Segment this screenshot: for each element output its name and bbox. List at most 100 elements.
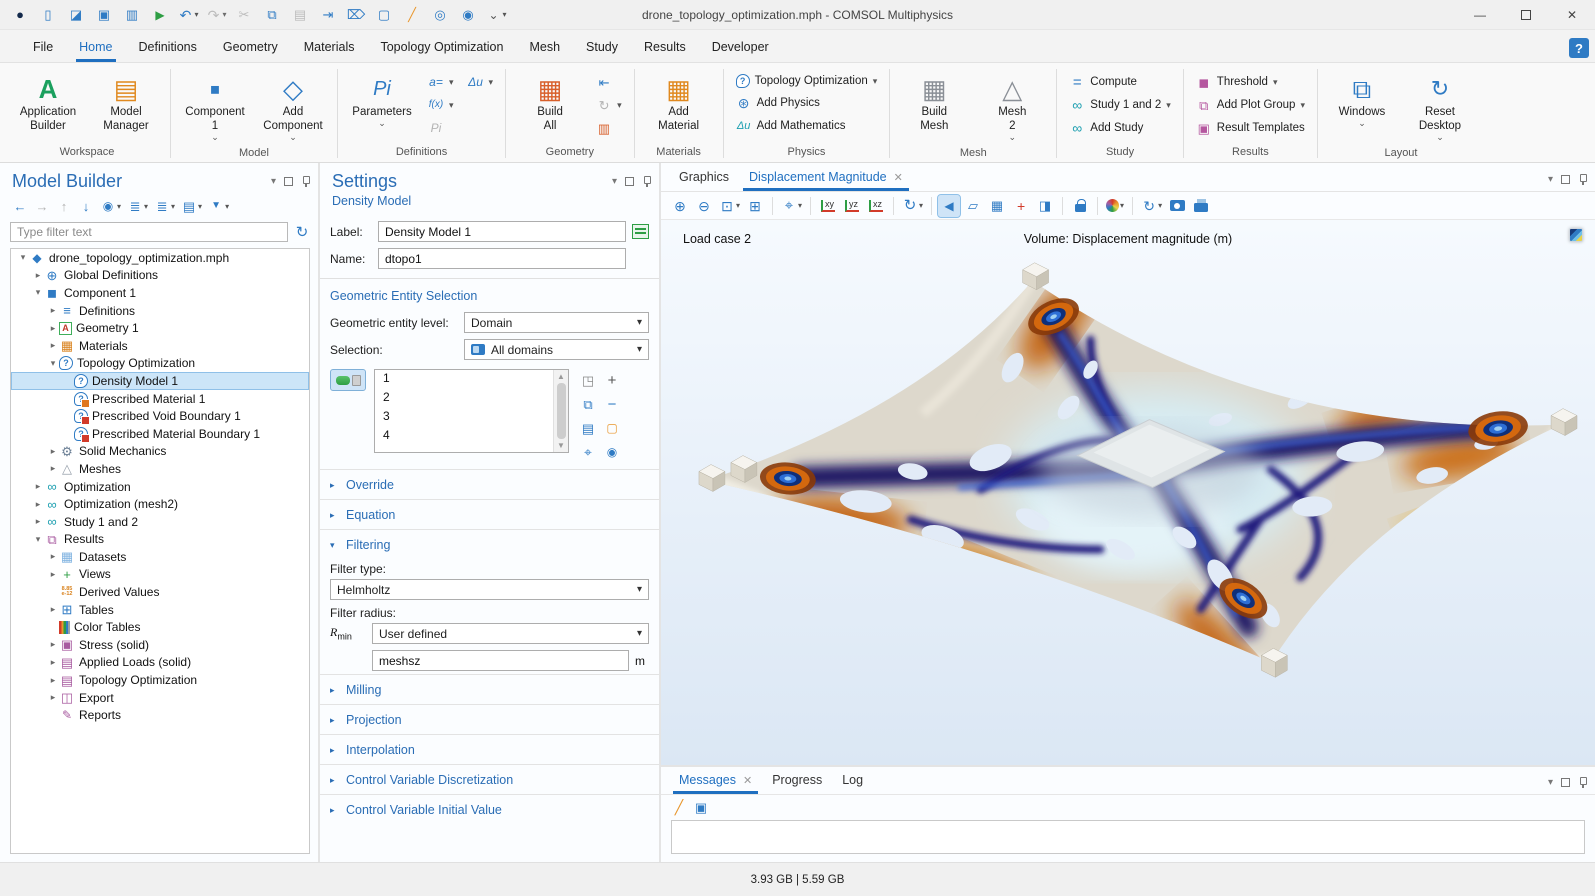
section-override[interactable]: ▸Override [320, 469, 659, 499]
remove-selection-icon[interactable]: − [601, 393, 623, 415]
messages-output[interactable] [671, 820, 1585, 854]
help-button[interactable]: ? [1569, 38, 1589, 58]
close-tab-icon[interactable]: ✕ [894, 171, 903, 184]
default-view-icon[interactable]: ⌖▾ [779, 195, 804, 217]
panel-menu-icon[interactable]: ▾ [1548, 174, 1553, 185]
zoom-selection-icon[interactable]: ⌖ [577, 441, 599, 463]
tree-chevron[interactable]: ▸ [47, 551, 59, 562]
tree-item-export[interactable]: ▸◫Export [11, 689, 309, 707]
refresh-icon[interactable]: ↻ [294, 224, 310, 240]
ribbon-tab-results[interactable]: Results [631, 33, 699, 62]
log-window-icon[interactable]: ▣ [693, 799, 709, 815]
image-effects-icon[interactable]: ▾ [1104, 195, 1126, 217]
selection-scrollbar[interactable]: ▲▼ [553, 370, 568, 452]
move-down-icon[interactable]: ↓ [76, 196, 96, 216]
tree-item-reports[interactable]: ✎Reports [11, 706, 309, 724]
view-yz-icon[interactable]: yz [841, 195, 863, 217]
section-control-variable-discretization[interactable]: ▸Control Variable Discretization [320, 764, 659, 794]
section-equation[interactable]: ▸Equation [320, 499, 659, 529]
tree-item-global-definitions[interactable]: ▸⊕Global Definitions [11, 267, 309, 285]
close-button[interactable]: ✕ [1549, 0, 1595, 30]
tree-chevron[interactable]: ▸ [47, 569, 59, 580]
add-physics-button[interactable]: ⊛Add Physics [730, 92, 884, 114]
tree-chevron[interactable]: ▸ [47, 657, 59, 668]
tree-filter-input[interactable] [10, 222, 288, 242]
section-control-variable-initial-value[interactable]: ▸Control Variable Initial Value [320, 794, 659, 824]
tree-chevron[interactable]: ▸ [47, 639, 59, 650]
panel-menu-icon[interactable]: ▾ [1548, 777, 1553, 788]
ribbon-tab-developer[interactable]: Developer [699, 33, 782, 62]
ribbon-tab-definitions[interactable]: Definitions [126, 33, 210, 62]
paste-button[interactable]: ▤ [288, 4, 312, 26]
tree-item-geometry-1[interactable]: ▸AGeometry 1 [11, 319, 309, 337]
study-1-and-2-button[interactable]: ∞Study 1 and 2▾ [1063, 94, 1177, 116]
update-plot-icon[interactable]: ↻▾ [1139, 195, 1164, 217]
add-component-button[interactable]: ◇AddComponent⌄ [255, 69, 331, 145]
delete-button[interactable]: ⌦ [344, 4, 368, 26]
application-builder-button[interactable]: AApplicationBuilder [10, 69, 86, 137]
tree-chevron[interactable]: ▸ [47, 446, 59, 457]
tree-chevron[interactable]: ▸ [32, 270, 44, 281]
tree-item-materials[interactable]: ▸▦Materials [11, 337, 309, 355]
reset-desktop-button[interactable]: ↻ResetDesktop⌄ [1402, 69, 1478, 145]
filter-icon[interactable]: ▼▾ [206, 196, 231, 216]
threshold-button[interactable]: ◼Threshold▾ [1190, 71, 1311, 93]
hide-selection-icon[interactable]: ◉ [601, 441, 623, 463]
windows-button[interactable]: ⧉Windows⌄ [1324, 69, 1400, 131]
tree-chevron[interactable]: ▸ [32, 499, 44, 510]
search-button[interactable]: ◉ [456, 4, 480, 26]
zoom-box-icon[interactable]: ⊡▾ [717, 195, 742, 217]
tree-item-prescribed-material-boundary-1[interactable]: ?Prescribed Material Boundary 1 [11, 425, 309, 443]
tree-item-tables[interactable]: ▸⊞Tables [11, 601, 309, 619]
tree-item-optimization[interactable]: ▸∞Optimization [11, 478, 309, 496]
close-tab-icon[interactable]: ✕ [743, 774, 752, 787]
tree-item-derived-values[interactable]: 8.85e-12Derived Values [11, 583, 309, 601]
view-grid-icon[interactable]: ▦ [986, 195, 1008, 217]
rename-icon[interactable] [632, 224, 649, 239]
save-file-button[interactable]: ▣ [92, 4, 116, 26]
zoom-in-icon[interactable]: ⊕ [669, 195, 691, 217]
forward-icon[interactable]: → [32, 196, 52, 216]
tree-chevron[interactable]: ▸ [47, 604, 59, 615]
paste-selection-icon[interactable]: ▤ [577, 417, 599, 439]
build-all-button[interactable]: ▦BuildAll [512, 69, 588, 137]
ribbon-tab-file[interactable]: File [20, 33, 66, 62]
ribbon-tab-topology-optimization[interactable]: Topology Optimization [367, 33, 516, 62]
tree-chevron[interactable]: ▸ [32, 516, 44, 527]
txt-pi-button[interactable]: Pi [422, 117, 460, 139]
tree-chevron[interactable]: ▸ [47, 323, 59, 334]
tree-chevron[interactable]: ▸ [47, 340, 59, 351]
selection-dropdown[interactable]: All domains [464, 339, 649, 360]
tree-chevron[interactable]: ▾ [32, 534, 44, 545]
txt-du-button[interactable]: Δu▾ [462, 71, 500, 93]
messages-tab-messages[interactable]: Messages✕ [669, 767, 762, 794]
select-box-button[interactable]: ▢ [372, 4, 396, 26]
add-selection-icon[interactable]: + [601, 369, 623, 391]
lock-icon[interactable] [1069, 195, 1091, 217]
tree-item-prescribed-material-1[interactable]: ?Prescribed Material 1 [11, 390, 309, 408]
tree-chevron[interactable]: ▸ [47, 463, 59, 474]
geom-import-button[interactable]: ⇤ [590, 71, 628, 93]
tree-chevron[interactable]: ▸ [47, 675, 59, 686]
tree-item-optimization-mesh2-[interactable]: ▸∞Optimization (mesh2) [11, 495, 309, 513]
axis-indicator-icon[interactable]: + [1010, 195, 1032, 217]
transparency-icon[interactable]: ▱ [962, 195, 984, 217]
pin-panel-icon[interactable] [301, 176, 310, 187]
ribbon-tab-geometry[interactable]: Geometry [210, 33, 291, 62]
minimize-button[interactable]: — [1457, 0, 1503, 30]
float-panel-icon[interactable] [625, 177, 634, 186]
scene-light-icon[interactable]: ◀ [938, 195, 960, 217]
tree-item-datasets[interactable]: ▸▦Datasets [11, 548, 309, 566]
expand-all-icon[interactable]: ≣▾ [125, 196, 150, 216]
pin-panel-icon[interactable] [1578, 777, 1587, 788]
tree-item-color-tables[interactable]: Color Tables [11, 618, 309, 636]
model-nodes-icon[interactable]: ▤▾ [179, 196, 204, 216]
tree-item-meshes[interactable]: ▸△Meshes [11, 460, 309, 478]
pin-panel-icon[interactable] [1578, 174, 1587, 185]
tree-item-topology-optimization[interactable]: ▾?Topology Optimization [11, 355, 309, 373]
clipping-icon[interactable]: ◨ [1034, 195, 1056, 217]
messages-tab-progress[interactable]: Progress [762, 767, 832, 794]
section-milling[interactable]: ▸Milling [320, 674, 659, 704]
run-button[interactable]: ▶ [148, 4, 172, 26]
move-up-icon[interactable]: ↑ [54, 196, 74, 216]
